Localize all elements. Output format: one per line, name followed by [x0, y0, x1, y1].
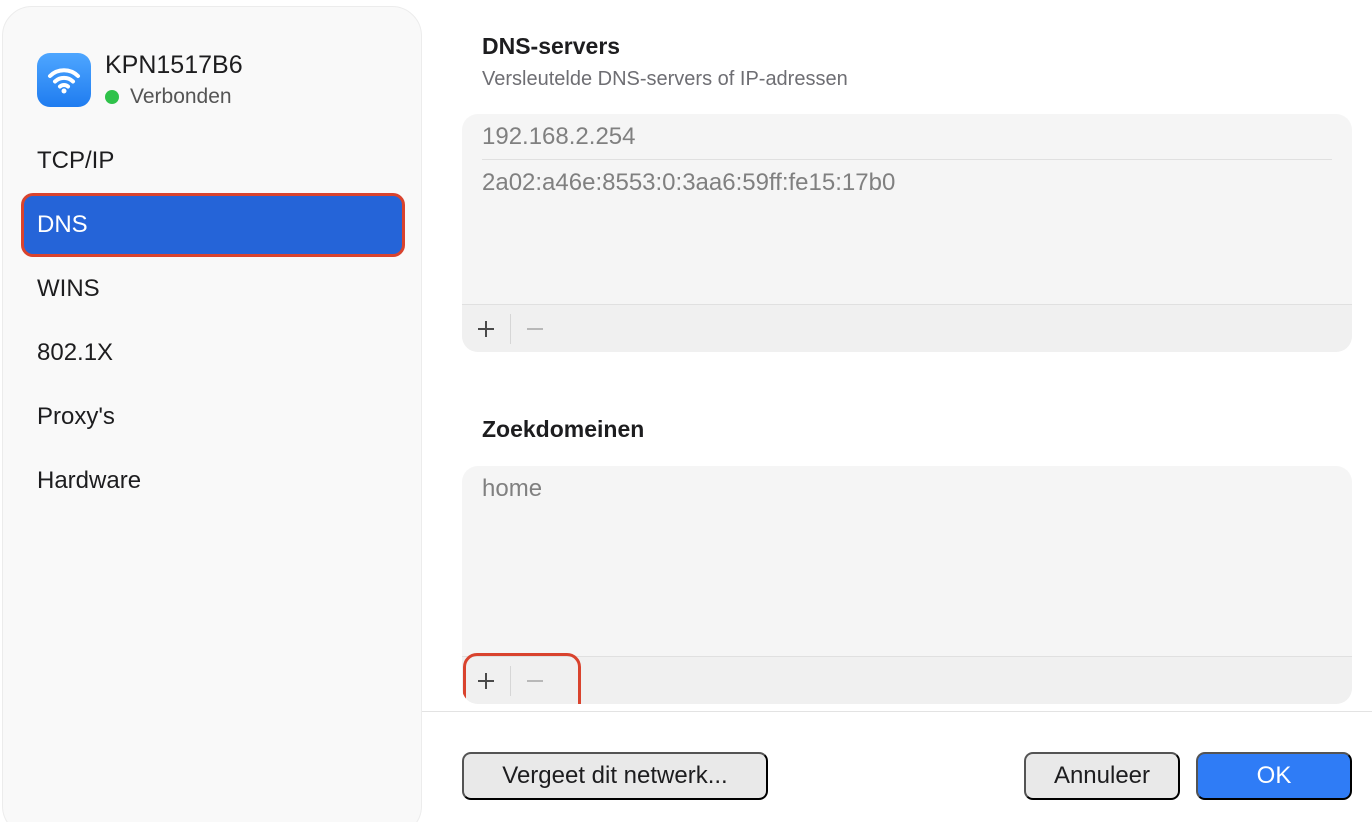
dns-servers-list: 192.168.2.254 2a02:a46e:8553:0:3aa6:59ff…: [462, 114, 1352, 352]
sidebar-nav: TCP/IP DNS WINS 802.1X Proxy's Hardware: [21, 129, 405, 513]
toolbar-separator: [510, 665, 511, 696]
plus-icon: [478, 320, 494, 337]
cancel-button[interactable]: Annuleer: [1024, 752, 1180, 800]
network-status-text: Verbonden: [130, 85, 232, 108]
list-item[interactable]: 192.168.2.254: [482, 114, 1332, 160]
wifi-glyph: [48, 68, 80, 94]
dns-servers-toolbar: [462, 304, 1352, 352]
list-item[interactable]: home: [482, 466, 1332, 512]
footer-divider: [422, 711, 1372, 712]
ok-button[interactable]: OK: [1196, 752, 1352, 800]
minus-icon: [527, 679, 543, 682]
remove-search-domain-button[interactable]: [511, 657, 559, 705]
sidebar-item-8021x[interactable]: 802.1X: [21, 321, 405, 385]
search-domains-toolbar: [462, 652, 1352, 705]
search-domains-list: home: [462, 466, 1352, 704]
list-item[interactable]: 2a02:a46e:8553:0:3aa6:59ff:fe15:17b0: [482, 160, 1332, 206]
search-domains-title: Zoekdomeinen: [482, 416, 645, 442]
sidebar-item-wins[interactable]: WINS: [21, 257, 405, 321]
network-header: KPN1517B6 Verbonden: [37, 49, 417, 113]
sidebar-item-proxies[interactable]: Proxy's: [21, 385, 405, 449]
status-dot-icon: [105, 90, 119, 104]
sidebar-item-tcpip[interactable]: TCP/IP: [21, 129, 405, 193]
minus-icon: [527, 327, 543, 330]
add-search-domain-button[interactable]: [462, 657, 510, 705]
network-name: KPN1517B6: [105, 51, 243, 79]
plus-icon: [478, 672, 494, 689]
wifi-icon: [37, 53, 91, 107]
network-status: Verbonden: [105, 85, 232, 109]
sidebar-item-dns[interactable]: DNS: [21, 193, 405, 257]
sidebar: KPN1517B6 Verbonden TCP/IP DNS WINS 802.…: [2, 6, 422, 822]
dns-servers-title: DNS-servers: [482, 33, 621, 59]
remove-dns-server-button[interactable]: [511, 305, 559, 353]
dns-servers-subtitle: Versleutelde DNS-servers of IP-adressen: [482, 68, 848, 90]
add-dns-server-button[interactable]: [462, 305, 510, 353]
sidebar-item-hardware[interactable]: Hardware: [21, 449, 405, 513]
forget-network-button[interactable]: Vergeet dit netwerk...: [462, 752, 768, 800]
